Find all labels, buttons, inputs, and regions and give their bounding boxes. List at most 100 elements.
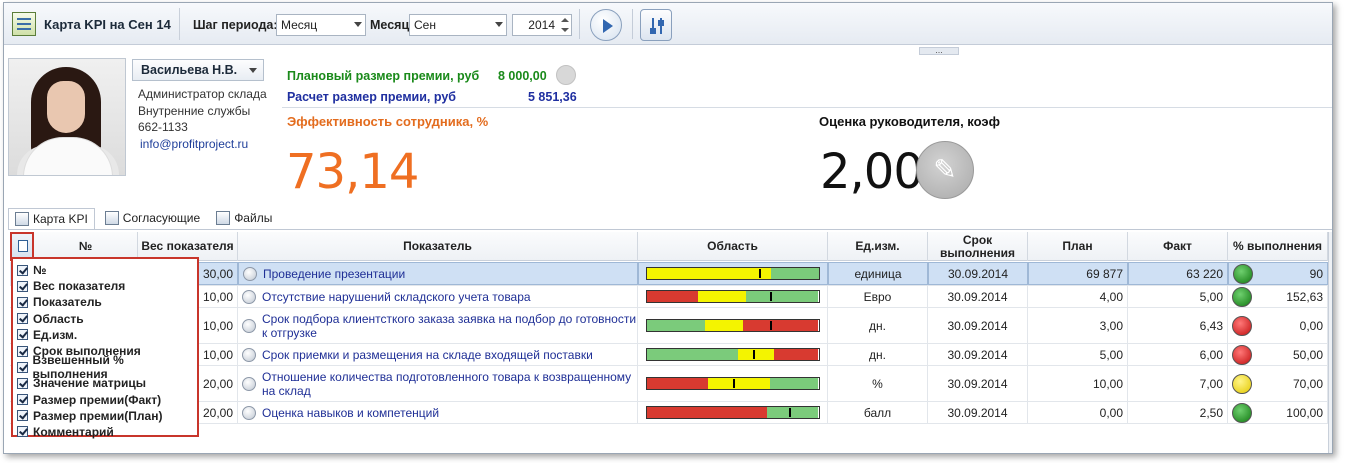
kpi-name[interactable]: Отношение количества подготовленного тов… — [262, 370, 637, 398]
column-option[interactable]: Область — [17, 311, 193, 327]
col-header-plan[interactable]: План — [1028, 232, 1128, 261]
col-header-unit[interactable]: Ед.изм. — [828, 232, 928, 261]
area-bar — [646, 267, 820, 280]
slider-knob — [650, 28, 656, 34]
column-option-label: Ед.изм. — [33, 327, 78, 342]
tab-label: Карта KPI — [33, 212, 88, 226]
checkbox-checked-icon[interactable] — [17, 280, 28, 292]
checkbox-checked-icon[interactable] — [17, 377, 28, 389]
unit-cell: Евро — [828, 286, 928, 307]
column-option-label: Показатель — [33, 295, 102, 310]
year-spinner[interactable]: 2014 — [512, 14, 572, 36]
column-option[interactable]: Комментарий — [17, 424, 193, 440]
employee-email[interactable]: info@profitproject.ru — [140, 137, 248, 151]
area-cell — [638, 286, 828, 307]
area-marker — [770, 321, 773, 330]
month-select[interactable]: Сен — [409, 14, 507, 36]
kpi-cell[interactable]: Срок приемки и размещения на складе вход… — [238, 344, 638, 365]
pct-cell: 50,00 — [1228, 344, 1328, 365]
checkbox-checked-icon[interactable] — [17, 329, 28, 341]
bonus-chart-icon[interactable] — [556, 65, 576, 85]
area-bar — [645, 290, 820, 303]
table-row[interactable]: 20,00 Отношение количества подготовленног… — [10, 366, 1332, 402]
kpi-name[interactable]: Срок подбора клиентсткого заказа заявка … — [262, 312, 637, 340]
col-header-pct[interactable]: % выполнения — [1228, 232, 1328, 261]
chevron-down-icon — [495, 22, 503, 27]
col-header-deadline[interactable]: Срок выполнения — [928, 232, 1028, 261]
spin-up-icon[interactable] — [561, 18, 569, 22]
kpi-name[interactable]: Отсутствие нарушений складского учета то… — [262, 290, 531, 304]
column-option-label: Комментарий — [33, 424, 114, 439]
photo-face — [47, 81, 85, 133]
pct-cell: 90 — [1228, 262, 1328, 285]
settings-button[interactable] — [640, 9, 672, 41]
slider-knob — [658, 20, 664, 26]
area-cell — [638, 344, 828, 365]
window-title-text: Карта KPI на Сен 14 — [44, 16, 171, 32]
area-segment-green — [646, 349, 738, 360]
splitter-grip[interactable]: ... — [919, 46, 959, 55]
kpi-link-icon[interactable] — [242, 347, 256, 362]
pct-value: 152,63 — [1286, 289, 1323, 304]
checkbox-checked-icon[interactable] — [17, 361, 28, 373]
col-header-fact[interactable]: Факт — [1128, 232, 1228, 261]
kpi-name[interactable]: Срок приемки и размещения на складе вход… — [262, 348, 593, 362]
tab-kpi-card[interactable]: Карта KPI — [8, 208, 95, 230]
table-row[interactable]: 10,00 Срок подбора клиентсткого заказа за… — [10, 308, 1332, 344]
window-title: Карта KPI на Сен 14 — [8, 8, 180, 40]
kpi-link-icon[interactable] — [242, 376, 256, 391]
column-option[interactable]: Размер премии(План) — [17, 408, 193, 424]
apply-period-button[interactable] — [590, 9, 622, 41]
kpi-name[interactable]: Проведение презентации — [263, 267, 405, 281]
status-green-icon — [1233, 263, 1253, 284]
area-segment-yellow — [708, 378, 771, 389]
employee-select[interactable]: Васильева Н.В. — [132, 59, 264, 81]
checkbox-checked-icon[interactable] — [17, 410, 28, 422]
kpi-cell[interactable]: Оценка навыков и компетенций — [238, 402, 638, 423]
checkbox-checked-icon[interactable] — [17, 426, 28, 438]
kpi-cell[interactable]: Проведение презентации — [238, 262, 638, 285]
column-option[interactable]: Показатель — [17, 294, 193, 310]
kpi-cell[interactable]: Отношение количества подготовленного тов… — [238, 366, 638, 401]
chevron-down-icon — [249, 68, 257, 73]
area-cell — [638, 262, 828, 285]
col-header-kpi[interactable]: Показатель — [238, 232, 638, 261]
table-row[interactable]: 10,00 Срок приемки и размещения на складе… — [10, 344, 1332, 366]
checkbox-checked-icon[interactable] — [17, 345, 28, 357]
column-option[interactable]: № — [17, 262, 193, 278]
edit-rating-button[interactable]: ✎ — [916, 141, 974, 199]
table-row[interactable]: 30,00 Проведение презентации единица 30.09.… — [10, 262, 1332, 286]
kpi-link-icon[interactable] — [242, 405, 256, 420]
table-row[interactable]: 20,00 Оценка навыков и компетенций балл 30.… — [10, 402, 1332, 424]
employee-photo — [8, 58, 126, 176]
column-option[interactable]: Размер премии(Факт) — [17, 392, 193, 408]
kpi-link-icon[interactable] — [242, 318, 256, 333]
calc-bonus-label: Расчет размер премии, руб — [287, 90, 457, 104]
checkbox-checked-icon[interactable] — [17, 296, 28, 308]
column-option-label: Вес показателя — [33, 279, 126, 294]
column-option[interactable]: Ед.изм. — [17, 327, 193, 343]
tab-files[interactable]: Файлы — [210, 208, 278, 230]
col-header-area[interactable]: Область — [638, 232, 828, 261]
tab-approvers[interactable]: Согласующие — [99, 208, 206, 230]
checkbox-checked-icon[interactable] — [17, 394, 28, 406]
area-segment-green — [770, 268, 819, 279]
deadline-cell: 30.09.2014 — [928, 286, 1028, 307]
fact-cell: 5,00 — [1128, 286, 1228, 307]
spin-down-icon[interactable] — [561, 28, 569, 32]
checkbox-checked-icon[interactable] — [17, 313, 28, 325]
area-marker — [753, 350, 756, 359]
kpi-cell[interactable]: Отсутствие нарушений складского учета то… — [238, 286, 638, 307]
period-step-select[interactable]: Месяц — [276, 14, 366, 36]
column-option[interactable]: Вес показателя — [17, 278, 193, 294]
kpi-link-icon[interactable] — [242, 289, 256, 304]
checkbox-checked-icon[interactable] — [17, 264, 28, 276]
kpi-name[interactable]: Оценка навыков и компетенций — [262, 406, 439, 420]
column-option[interactable]: Взвешенный % выполнения — [17, 353, 193, 381]
table-row[interactable]: 10,00 Отсутствие нарушений складского уче… — [10, 286, 1332, 308]
tab-label: Файлы — [234, 211, 273, 225]
kpi-link-icon[interactable] — [243, 266, 257, 281]
kpi-cell[interactable]: Срок подбора клиентсткого заказа заявка … — [238, 308, 638, 343]
file-icon — [216, 211, 231, 225]
status-green-icon — [1232, 402, 1252, 423]
